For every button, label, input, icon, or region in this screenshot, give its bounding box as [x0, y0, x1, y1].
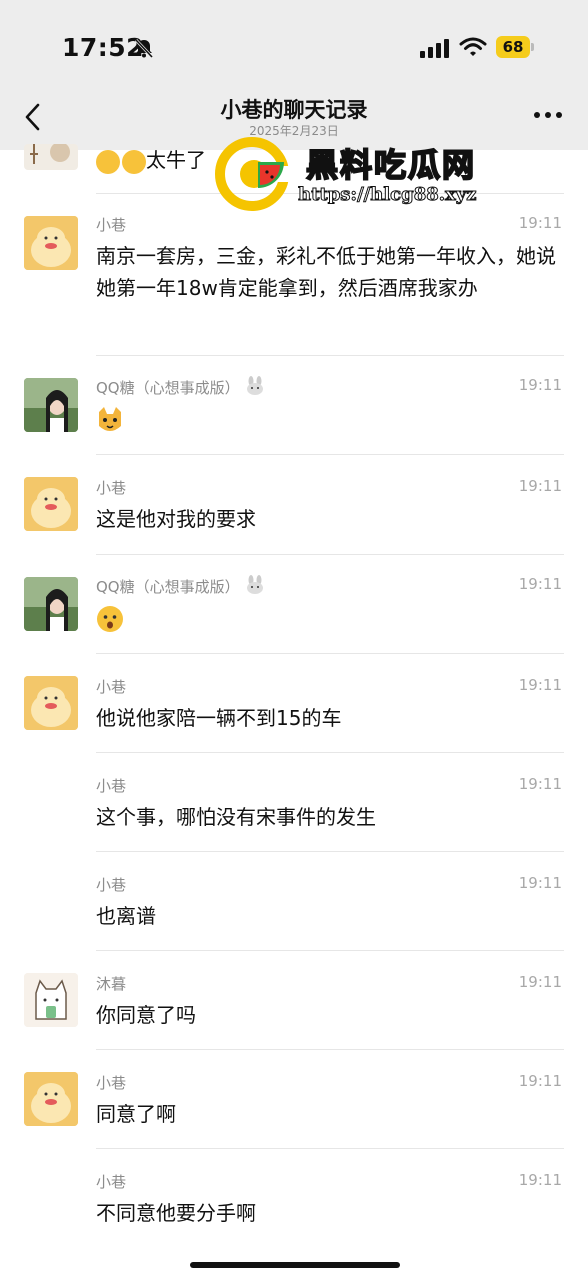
avatar[interactable] [24, 676, 78, 730]
message-time: 19:11 [518, 973, 562, 991]
home-indicator[interactable] [190, 1262, 400, 1268]
avatar [24, 144, 78, 170]
message-time: 19:11 [518, 1072, 562, 1090]
wifi-icon [459, 37, 487, 56]
message-time: 19:11 [518, 575, 562, 593]
message-time: 19:11 [518, 874, 562, 892]
message-text: 太牛了 [146, 148, 206, 172]
sender-name: 小巷 [96, 1074, 127, 1092]
surprised-face-emoji-icon [97, 606, 123, 632]
message-time: 19:11 [518, 775, 562, 793]
message-item: 小巷 19:11 不同意他要分手啊 [0, 1149, 588, 1248]
message-item: 小巷 19:11 他说他家陪一辆不到15的车 [0, 654, 588, 753]
cellular-signal-icon [420, 39, 449, 58]
message-text: 不同意他要分手啊 [96, 1201, 256, 1225]
message-item: QQ糖（心想事成版） 19:11 [0, 356, 588, 455]
message-text: 南京一套房，三金，彩礼不低于她第一年收入，她说她第一年18w肯定能拿到，然后酒席… [96, 244, 556, 300]
message-time: 19:11 [518, 376, 562, 394]
status-bar: 17:52 68 [0, 0, 588, 88]
laugh-cry-emoji-icon [96, 149, 120, 174]
message-text: 同意了啊 [96, 1102, 176, 1126]
sender-name: 小巷 [96, 876, 127, 894]
more-options-icon[interactable] [533, 110, 563, 120]
message-text: 你同意了吗 [96, 1003, 196, 1027]
watermark-title: 黑料吃瓜网 [305, 145, 477, 185]
message-time: 19:11 [518, 477, 562, 495]
message-text: 他说他家陪一辆不到15的车 [96, 706, 342, 730]
battery-tip [531, 43, 534, 51]
cat-face-emoji-icon [99, 407, 121, 431]
message-item: QQ糖（心想事成版） 19:11 [0, 555, 588, 654]
message-item: 小巷 19:11 这个事，哪怕没有宋事件的发生 [0, 753, 588, 852]
sender-name-text: QQ糖（心想事成版） [96, 379, 240, 397]
message-time: 19:11 [518, 1171, 562, 1189]
avatar[interactable] [24, 477, 78, 531]
message-text: 也离谱 [96, 904, 156, 928]
sender-name: QQ糖（心想事成版） [96, 376, 266, 398]
status-time: 17:52 [62, 33, 145, 62]
sender-name: QQ糖（心想事成版） [96, 575, 266, 597]
message-emoji [96, 406, 562, 443]
sender-name: 小巷 [96, 479, 127, 497]
sender-name: 沐暮 [96, 975, 127, 993]
sender-name-text: QQ糖（心想事成版） [96, 578, 240, 596]
message-item: 小巷 19:11 也离谱 [0, 852, 588, 951]
rabbit-emoji-icon [247, 575, 264, 594]
message-item: 沐暮 19:11 你同意了吗 [0, 951, 588, 1050]
battery-indicator: 68 [496, 36, 530, 58]
message-emoji [96, 605, 562, 642]
sender-name: 小巷 [96, 777, 127, 795]
message-item: 小巷 19:11 这是他对我的要求 [0, 455, 588, 555]
avatar[interactable] [24, 1072, 78, 1126]
sender-name: 小巷 [96, 1173, 127, 1191]
page-title: 小巷的聊天记录 [220, 98, 368, 122]
sender-name: 小巷 [96, 678, 127, 696]
avatar[interactable] [24, 973, 78, 1027]
laugh-cry-emoji-icon [122, 149, 146, 174]
message-time: 19:11 [518, 214, 562, 232]
rabbit-emoji-icon [247, 376, 264, 395]
message-text: 这是他对我的要求 [96, 507, 256, 531]
message-time: 19:11 [518, 676, 562, 694]
bell-mute-icon [134, 38, 154, 59]
message-item: 小巷 19:11 南京一套房，三金，彩礼不低于她第一年收入，她说她第一年18w肯… [0, 194, 588, 356]
avatar[interactable] [24, 378, 78, 432]
message-item: 小巷 19:11 同意了啊 [0, 1050, 588, 1149]
avatar[interactable] [24, 216, 78, 270]
sender-name: 小巷 [96, 216, 127, 234]
message-text: 这个事，哪怕没有宋事件的发生 [96, 805, 376, 829]
avatar[interactable] [24, 577, 78, 631]
